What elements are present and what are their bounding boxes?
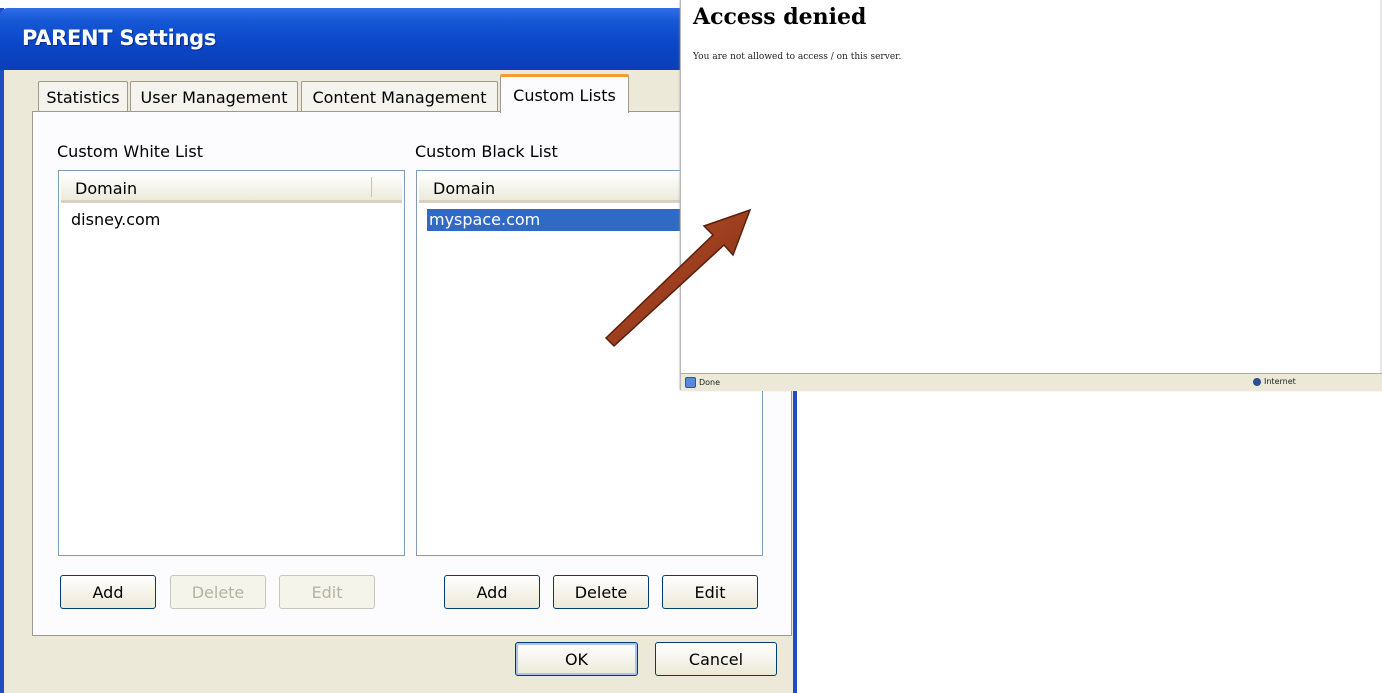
white-list-label: Custom White List: [57, 142, 203, 161]
black-add-button[interactable]: Add: [444, 575, 540, 609]
white-edit-button[interactable]: Edit: [279, 575, 375, 609]
black-list-domain-column[interactable]: Domain: [433, 179, 495, 198]
page-done-icon: [685, 377, 696, 388]
tab-user-management[interactable]: User Management: [130, 81, 298, 112]
white-delete-button[interactable]: Delete: [170, 575, 266, 609]
white-add-button[interactable]: Add: [60, 575, 156, 609]
tab-content-management[interactable]: Content Management: [301, 81, 498, 112]
parent-settings-dialog: PARENT Settings Statistics User Manageme…: [0, 8, 797, 693]
status-zone-text: Internet: [1264, 377, 1296, 386]
ok-button[interactable]: OK: [515, 642, 638, 676]
black-list-label: Custom Black List: [415, 142, 558, 161]
dialog-titlebar[interactable]: PARENT Settings: [0, 8, 797, 70]
browser-window: Access denied You are not allowed to acc…: [680, 0, 1382, 391]
custom-lists-panel: Custom White List Domain disney.com Add …: [32, 111, 792, 636]
white-list-box[interactable]: Domain disney.com: [58, 170, 405, 556]
tab-statistics[interactable]: Statistics: [38, 81, 128, 112]
white-list-domain-column[interactable]: Domain: [75, 179, 137, 198]
white-list-header[interactable]: Domain: [61, 173, 402, 203]
black-delete-button[interactable]: Delete: [553, 575, 649, 609]
browser-status-bar: Done Internet: [681, 373, 1382, 391]
cancel-button[interactable]: Cancel: [655, 642, 777, 676]
column-separator[interactable]: [371, 177, 372, 197]
white-list-item[interactable]: disney.com: [69, 209, 160, 231]
dialog-title: PARENT Settings: [22, 26, 217, 50]
tab-custom-lists[interactable]: Custom Lists: [500, 74, 629, 113]
access-denied-message: You are not allowed to access / on this …: [693, 52, 902, 62]
status-done-text: Done: [699, 378, 721, 387]
black-edit-button[interactable]: Edit: [662, 575, 758, 609]
access-denied-heading: Access denied: [693, 4, 867, 30]
internet-zone-icon: [1253, 377, 1261, 386]
tab-strip: Statistics User Management Content Manag…: [32, 74, 792, 113]
